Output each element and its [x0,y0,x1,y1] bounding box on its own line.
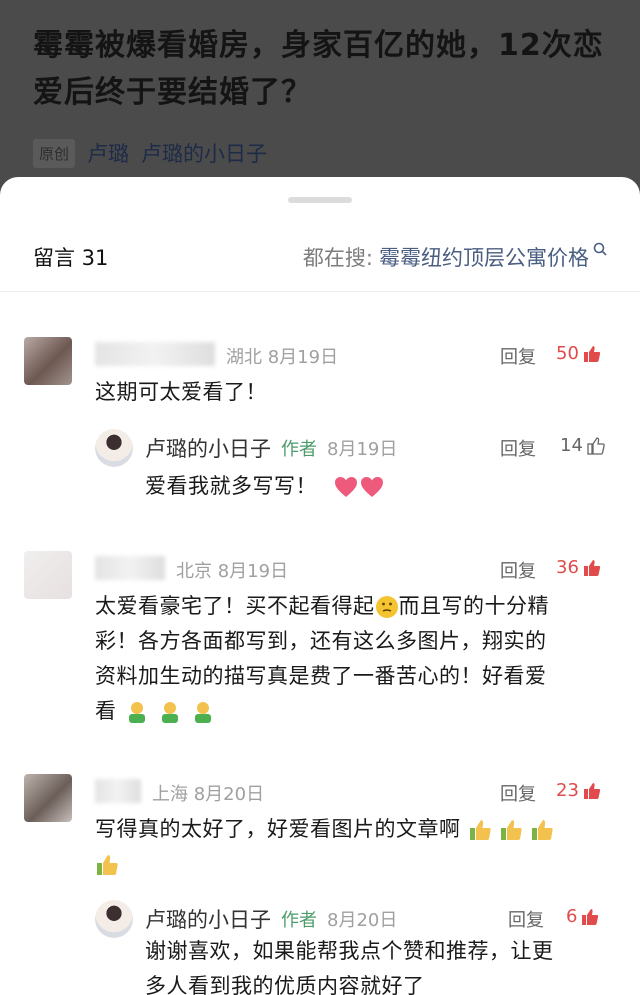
author-tag: 作者 [281,910,317,931]
comment-text-line: 彩！各方各面都写到，还有这么多图片，翔实的 [95,629,547,653]
reply-date: 8月19日 [327,439,398,460]
comments-header: 留言 31 都在搜: 霉霉纽约顶层公寓价格 [33,237,607,277]
avatar[interactable] [24,551,72,599]
author-avatar[interactable] [95,429,133,467]
like-count: 14 [560,435,583,456]
article-meta: 原创 卢璐 卢璐的小日子 [33,138,267,168]
comment-text: 这期可太爱看了！ [95,380,267,404]
thumbs-up-filled-icon [583,345,601,362]
reply-date: 8月20日 [327,910,398,931]
search-suggestion[interactable]: 都在搜: 霉霉纽约顶层公寓价格 [303,242,607,272]
thumbs-up-emoji-icon [532,820,553,840]
reply-button[interactable]: 回复 [500,435,536,461]
like-button[interactable]: 14 [560,435,605,456]
author-tag: 作者 [281,439,317,460]
thumbs-up-emoji-icon [500,820,522,840]
reply-button[interactable]: 回复 [500,343,536,369]
comments-count: 留言 31 [33,246,109,270]
like-button[interactable]: 6 [566,906,599,927]
author-header: 卢璐的小日子 作者 8月20日 [145,904,397,934]
thumbs-up-emoji-icon [469,820,491,840]
reply-button[interactable]: 回复 [500,557,536,583]
like-button[interactable]: 23 [556,780,601,801]
like-count: 36 [556,557,579,578]
reply-text: 爱看我就多写写！ [145,474,317,498]
reply-text-line: 多人看到我的优质内容就好了 [145,974,425,995]
username-blurred [95,779,141,803]
column-link[interactable]: 卢璐的小日子 [141,138,267,168]
search-query[interactable]: 霉霉纽约顶层公寓价格 [379,242,589,272]
location-date: 北京 8月19日 [176,561,289,582]
like-count: 23 [556,780,579,801]
sheet-handle[interactable] [288,197,352,203]
comment-text: 太爱看豪宅了！买不起看得起 而且写的十分精 彩！各方各面都写到，还有这么多图片，翔… [95,589,615,729]
search-prefix: 都在搜: [302,246,373,270]
bowing-emoji-icon [195,702,212,723]
username-blurred [95,556,165,580]
thumbs-up-filled-icon [582,908,599,925]
reply-text-line: 谢谢喜欢，如果能帮我点个赞和推荐，让更 [145,939,554,963]
username-blurred [95,342,215,366]
thumbs-up-outline-icon [587,436,605,455]
thumbs-up-emoji-icon [97,855,118,875]
original-badge: 原创 [33,138,76,168]
comment-text: 写得真的太好了，好爱看图片的文章啊 [95,812,615,882]
like-button[interactable]: 50 [556,343,601,364]
like-count: 6 [566,906,578,927]
comment-text-line: 资料加生动的描写真是费了一番苦心的！好看爱 [95,664,547,688]
search-icon[interactable] [593,242,607,256]
comments-sheet: 留言 31 都在搜: 霉霉纽约顶层公寓价格 湖北 8月19日 回复 50 这期可… [0,177,640,995]
comment-text-line: 看 [95,699,117,723]
like-button[interactable]: 36 [556,557,601,578]
heart-icon [361,477,384,497]
heart-emojis [334,476,384,498]
header-divider [0,291,640,292]
author-avatar[interactable] [95,900,133,938]
like-count: 50 [556,343,579,364]
avatar[interactable] [24,774,72,822]
avatar[interactable] [24,337,72,385]
reply-text-line: 爱看我就多写写！ [145,469,384,504]
comment-text-line: 太爱看豪宅了！买不起看得起 [95,594,375,618]
author-name[interactable]: 卢璐的小日子 [145,904,271,934]
account-link[interactable]: 卢璐 [87,138,129,168]
bowing-emoji-icon [161,702,178,723]
reply-text: 谢谢喜欢，如果能帮我点个赞和推荐，让更 多人看到我的优质内容就好了 [145,934,615,995]
article-background: 霉霉被爆看婚房，身家百亿的她，12次恋爱后终于要结婚了？ 原创 卢璐 卢璐的小日… [0,0,640,200]
author-name[interactable]: 卢璐的小日子 [145,433,271,463]
thinking-emoji-icon [375,596,398,618]
article-title: 霉霉被爆看婚房，身家百亿的她，12次恋爱后终于要结婚了？ [33,28,604,110]
comment-text-line: 而且写的十分精 [398,594,549,618]
thumbs-up-filled-icon [583,559,601,576]
author-header: 卢璐的小日子 作者 8月19日 [145,433,397,463]
location-date: 上海 8月20日 [152,784,265,805]
thumbs-up-filled-icon [583,782,601,799]
bowing-emoji-icon [128,702,145,723]
reply-button[interactable]: 回复 [508,906,544,932]
heart-icon [335,477,358,497]
location-date: 湖北 8月19日 [226,347,339,368]
comment-text-line: 写得真的太好了，好爱看图片的文章啊 [95,817,461,841]
reply-button[interactable]: 回复 [500,780,536,806]
